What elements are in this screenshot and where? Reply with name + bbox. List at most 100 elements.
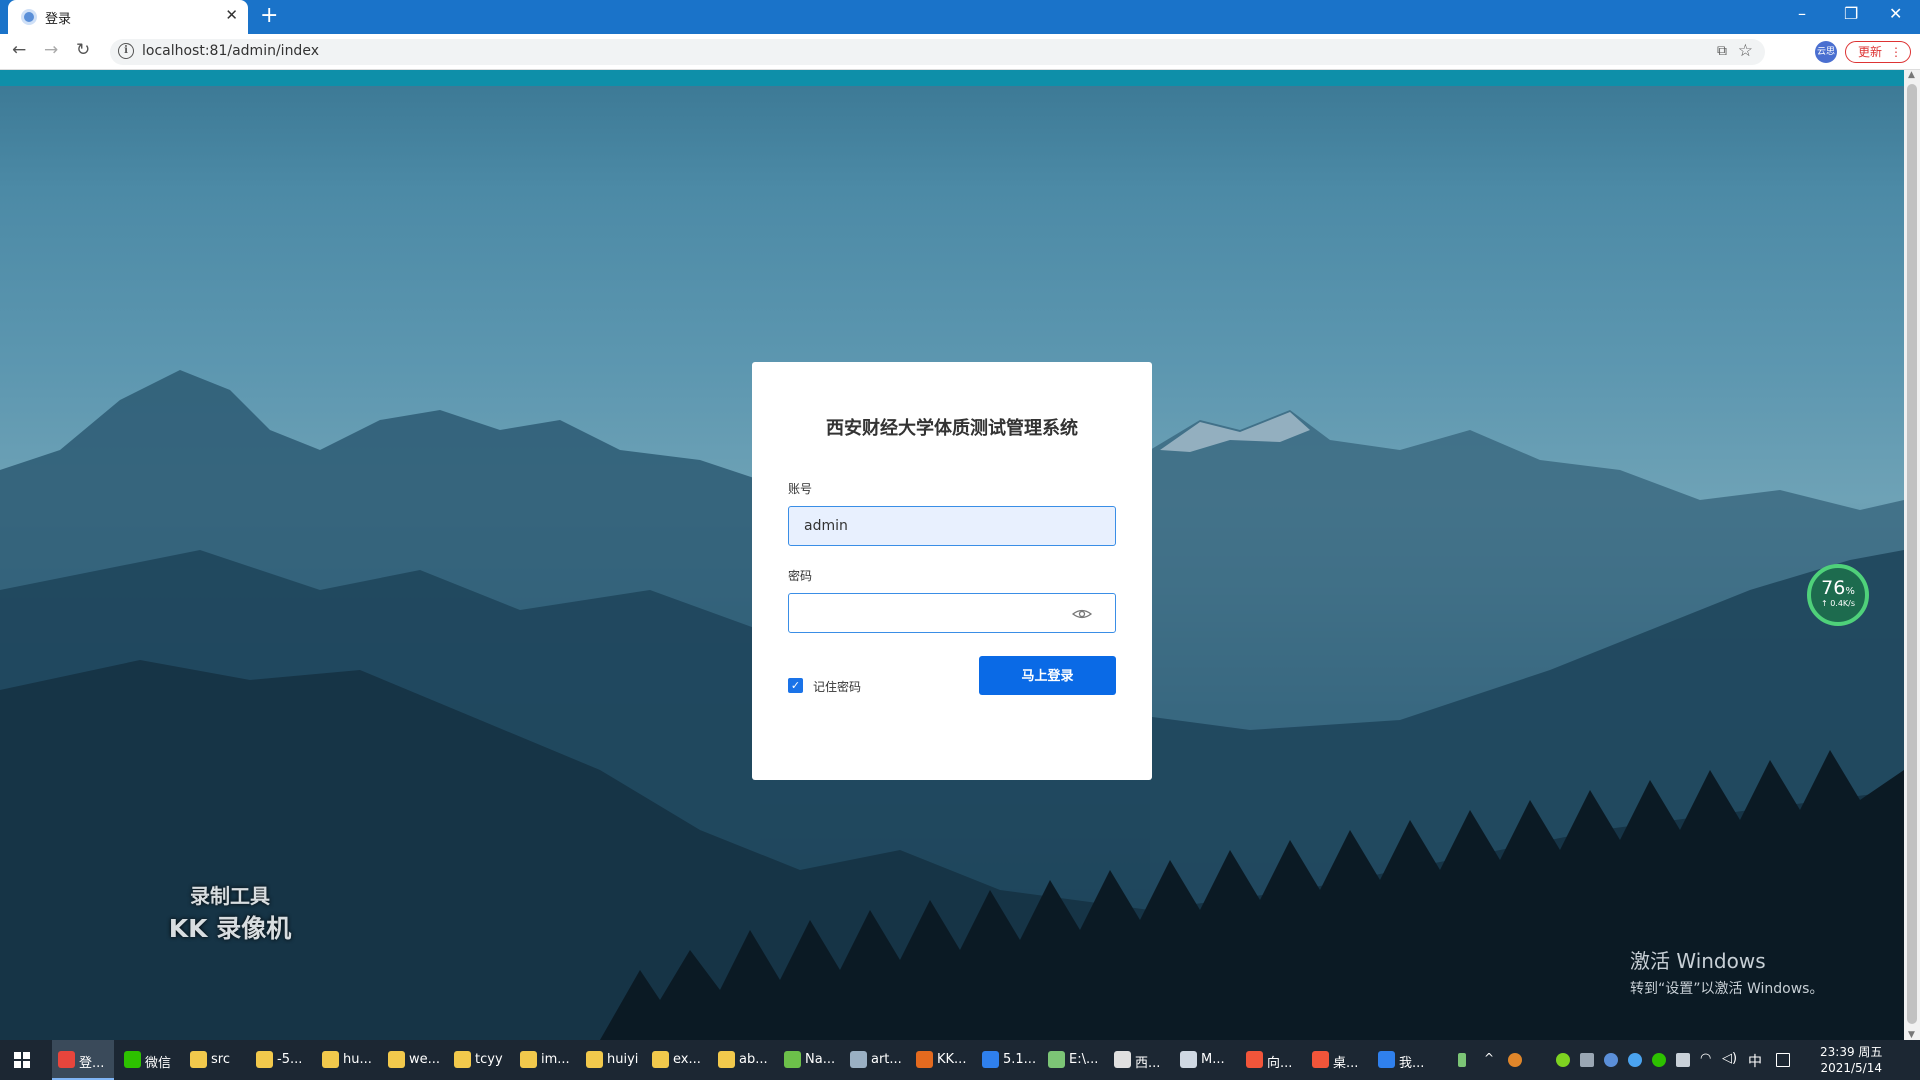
profile-avatar[interactable]: 云思: [1815, 41, 1837, 63]
clock-time: 23:39 周五: [1820, 1045, 1883, 1059]
wifi-icon[interactable]: ◠: [1700, 1051, 1711, 1066]
taskbar-item-label: im...: [541, 1052, 570, 1067]
taskbar-item[interactable]: 5.1...: [976, 1040, 1038, 1080]
windows-taskbar: 登... 微信 src -5... hu... we... tcyy im... huiyi ex…: [0, 1040, 1920, 1080]
forward-arrow-icon[interactable]: →: [44, 40, 58, 60]
tray-app-icon[interactable]: [1508, 1053, 1522, 1067]
navicat-icon: [784, 1051, 801, 1068]
app-icon: [850, 1051, 867, 1068]
ime-keyboard-icon[interactable]: [1776, 1053, 1790, 1067]
tray-device-icon[interactable]: [1676, 1053, 1690, 1067]
folder-icon: [718, 1051, 735, 1068]
taskbar-item[interactable]: 向...: [1240, 1040, 1302, 1080]
taskbar-item[interactable]: ab...: [712, 1040, 774, 1080]
taskbar-item[interactable]: E:\...: [1042, 1040, 1104, 1080]
scroll-down-arrow-icon[interactable]: ▼: [1908, 1030, 1915, 1040]
taskbar-item[interactable]: tcyy: [448, 1040, 510, 1080]
windows-activation-notice: 激活 Windows 转到“设置”以激活 Windows。: [1630, 945, 1823, 998]
folder-icon: [388, 1051, 405, 1068]
remember-password-label[interactable]: 记住密码: [813, 678, 861, 695]
translate-icon[interactable]: ⧉: [1717, 43, 1727, 59]
folder-icon: [520, 1051, 537, 1068]
tray-wechat-icon[interactable]: [1652, 1053, 1666, 1067]
windows-start-icon[interactable]: [14, 1052, 30, 1068]
taskbar-item[interactable]: src: [184, 1040, 246, 1080]
taskbar-item-label: 5.1...: [1003, 1052, 1037, 1067]
window-restore-button[interactable]: ❐: [1844, 4, 1858, 23]
tray-expand-icon[interactable]: ^: [1484, 1051, 1494, 1065]
taskbar-item[interactable]: 桌...: [1306, 1040, 1368, 1080]
pen-icon: [1180, 1051, 1197, 1068]
folder-icon: [652, 1051, 669, 1068]
taskbar-clock[interactable]: 23:39 周五 2021/5/14: [1820, 1044, 1882, 1076]
taskbar-item[interactable]: -5...: [250, 1040, 312, 1080]
bookmark-star-icon[interactable]: ☆: [1738, 41, 1753, 61]
tray-qq-icon[interactable]: [1628, 1053, 1642, 1067]
browser-menu-icon[interactable]: ⋮: [1890, 42, 1902, 62]
tab-close-icon[interactable]: ✕: [225, 6, 238, 24]
page-scrollbar[interactable]: ▲ ▼: [1904, 70, 1920, 1040]
taskbar-item[interactable]: 微信: [118, 1040, 180, 1080]
ime-indicator[interactable]: 中: [1748, 1051, 1762, 1071]
tray-plus-icon[interactable]: [1556, 1053, 1570, 1067]
browser-tab-active[interactable]: 登录 ✕: [8, 0, 248, 34]
account-input[interactable]: admin: [788, 506, 1116, 546]
taskbar-item-label: KK...: [937, 1052, 967, 1067]
taskbar-item[interactable]: 登...: [52, 1040, 114, 1080]
login-submit-button[interactable]: 马上登录: [979, 656, 1116, 695]
folder-icon: [322, 1051, 339, 1068]
back-arrow-icon[interactable]: ←: [12, 40, 26, 60]
net-usage-percent: 76%: [1821, 577, 1855, 599]
taskbar-item[interactable]: art...: [844, 1040, 906, 1080]
browser-tab-strip: 登录 ✕ + – ❐ ✕: [0, 0, 1920, 34]
net-upload-speed: ↑ 0.4K/s: [1820, 599, 1856, 608]
taskbar-item-label: 微信: [145, 1056, 172, 1071]
battery-icon[interactable]: [1458, 1053, 1466, 1067]
tray-shield-icon[interactable]: [1604, 1053, 1618, 1067]
new-tab-button[interactable]: +: [260, 3, 278, 28]
tray-display-icon[interactable]: [1580, 1053, 1594, 1067]
scroll-up-arrow-icon[interactable]: ▲: [1908, 70, 1915, 80]
taskbar-item[interactable]: KK...: [910, 1040, 972, 1080]
address-url[interactable]: localhost:81/admin/index: [142, 43, 319, 59]
taskbar-item-label: 我...: [1399, 1056, 1425, 1071]
taskbar-item-label: art...: [871, 1052, 902, 1067]
update-label: 更新: [1858, 45, 1883, 59]
volume-icon[interactable]: ◁): [1722, 1051, 1737, 1066]
site-info-icon[interactable]: i: [118, 43, 134, 59]
network-speed-widget[interactable]: 76% ↑ 0.4K/s: [1807, 564, 1869, 626]
window-close-button[interactable]: ✕: [1889, 4, 1902, 23]
taskbar-item[interactable]: M...: [1174, 1040, 1236, 1080]
taskbar-item-label: huiyi: [607, 1052, 639, 1067]
activation-line1: 激活 Windows: [1630, 949, 1766, 973]
kk-recorder-icon: [916, 1051, 933, 1068]
taskbar-item-label: hu...: [343, 1052, 372, 1067]
remember-password-checkbox[interactable]: ✓: [788, 678, 803, 693]
tab-title: 登录: [45, 12, 72, 27]
scrollbar-thumb[interactable]: [1907, 84, 1917, 1024]
window-minimize-button[interactable]: –: [1798, 4, 1806, 23]
browser-toolbar: ← → ↻ i localhost:81/admin/index ⧉ ☆ 云思 …: [0, 34, 1920, 70]
address-bar[interactable]: i localhost:81/admin/index ⧉ ☆: [110, 39, 1765, 65]
taskbar-item[interactable]: 西...: [1108, 1040, 1170, 1080]
folder-icon: [454, 1051, 471, 1068]
taskbar-item-label: 桌...: [1333, 1056, 1359, 1071]
taskbar-item[interactable]: Na...: [778, 1040, 840, 1080]
clock-date: 2021/5/14: [1820, 1061, 1882, 1075]
taskbar-item[interactable]: ex...: [646, 1040, 708, 1080]
notepad-icon: [1048, 1051, 1065, 1068]
folder-icon: [256, 1051, 273, 1068]
taskbar-item[interactable]: hu...: [316, 1040, 378, 1080]
taskbar-item[interactable]: 我...: [1372, 1040, 1434, 1080]
reload-icon[interactable]: ↻: [76, 40, 90, 60]
taskbar-item[interactable]: im...: [514, 1040, 576, 1080]
phone-icon: [1378, 1051, 1395, 1068]
vscode-icon: [982, 1051, 999, 1068]
update-button[interactable]: 更新 ⋮: [1845, 41, 1911, 63]
password-input[interactable]: [788, 593, 1116, 633]
wechat-icon: [124, 1051, 141, 1068]
taskbar-item[interactable]: huiyi: [580, 1040, 642, 1080]
show-password-eye-icon[interactable]: [1072, 607, 1092, 621]
taskbar-item-label: -5...: [277, 1052, 303, 1067]
taskbar-item[interactable]: we...: [382, 1040, 444, 1080]
